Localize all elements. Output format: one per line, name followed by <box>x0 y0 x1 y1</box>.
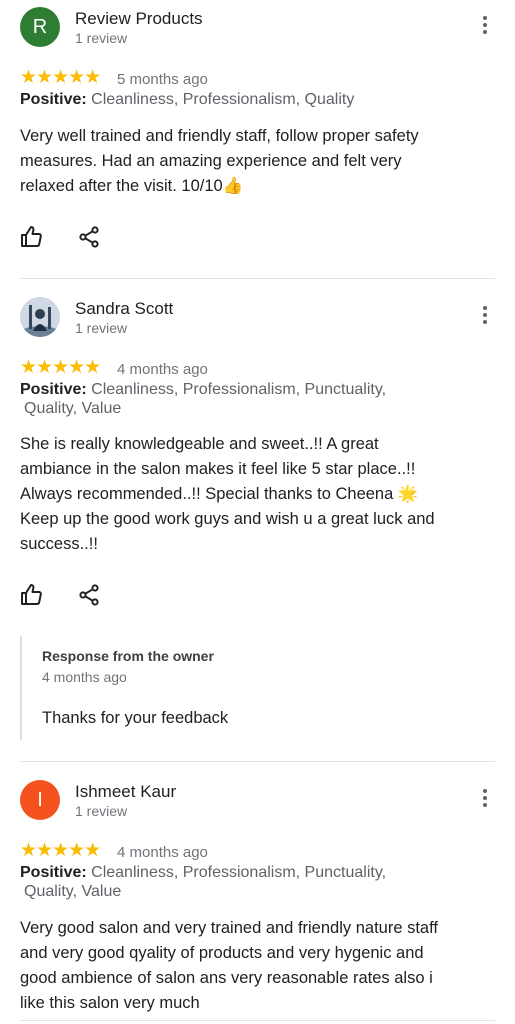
review-text-line: measures. Had an amazing experience and … <box>20 152 402 170</box>
more-vert-icon[interactable] <box>477 13 493 37</box>
attributes-label: Positive: <box>20 381 87 398</box>
review-time: 4 months ago <box>117 361 208 378</box>
share-icon[interactable] <box>77 225 101 249</box>
review-text-line: Very well trained and friendly staff, fo… <box>20 127 419 145</box>
avatar[interactable]: I <box>20 780 60 820</box>
attributes-values-continued: Quality, Value <box>24 883 122 900</box>
thumb-up-icon[interactable] <box>20 225 44 249</box>
review-text-line: relaxed after the visit. 10/10👍 <box>20 177 244 195</box>
review-text-line: and very good qyality of products and ve… <box>20 944 424 962</box>
divider <box>20 278 495 279</box>
more-vert-icon[interactable] <box>477 786 493 810</box>
review-time: 4 months ago <box>117 844 208 861</box>
owner-response: Response from the owner 4 months ago Tha… <box>20 636 497 740</box>
attributes-values: Cleanliness, Professionalism, Punctualit… <box>86 381 387 398</box>
review-text-line: success..!! <box>20 535 98 553</box>
reviewer-review-count: 1 review <box>75 320 128 336</box>
reviewer-review-count: 1 review <box>75 30 128 46</box>
attributes-values: Cleanliness, Professionalism, Quality <box>86 91 355 108</box>
avatar[interactable] <box>20 297 60 337</box>
share-icon[interactable] <box>77 583 101 607</box>
divider <box>20 1020 495 1021</box>
reviewer-name[interactable]: Sandra Scott <box>75 299 173 319</box>
reviewer-name[interactable]: Ishmeet Kaur <box>75 782 176 802</box>
review-attributes: Positive: Cleanliness, Professionalism, … <box>20 90 460 109</box>
owner-response-text: Thanks for your feedback <box>42 709 229 727</box>
attributes-values-continued: Quality, Value <box>24 400 122 417</box>
review-text: She is really knowledgeable and sweet..!… <box>20 432 470 557</box>
more-vert-icon[interactable] <box>477 303 493 327</box>
review-card: I Ishmeet Kaur 1 review ★★★★★ 4 months a… <box>0 773 515 1024</box>
review-text: Very well trained and friendly staff, fo… <box>20 124 470 199</box>
reviewer-review-count: 1 review <box>75 803 128 819</box>
review-text: Very good salon and very trained and fri… <box>20 916 470 1016</box>
reviewer-name[interactable]: Review Products <box>75 9 203 29</box>
thumb-up-icon[interactable] <box>20 583 44 607</box>
owner-response-title: Response from the owner <box>42 648 214 664</box>
review-text-line: Always recommended..!! Special thanks to… <box>20 485 419 503</box>
review-text-line: good ambience of salon ans very reasonab… <box>20 969 433 987</box>
review-text-line: Very good salon and very trained and fri… <box>20 919 438 937</box>
review-text-line: like this salon very much <box>20 994 200 1012</box>
profile-photo-icon <box>20 297 60 337</box>
avatar[interactable]: R <box>20 7 60 47</box>
attributes-label: Positive: <box>20 864 87 881</box>
review-text-line: ambiance in the salon makes it feel like… <box>20 460 416 478</box>
review-time: 5 months ago <box>117 71 208 88</box>
review-text-line: She is really knowledgeable and sweet..!… <box>20 435 379 453</box>
owner-response-time: 4 months ago <box>42 669 127 685</box>
review-attributes: Positive: Cleanliness, Professionalism, … <box>20 863 460 901</box>
star-rating: ★★★★★ <box>20 357 101 378</box>
review-text-line: Keep up the good work guys and wish u a … <box>20 510 435 528</box>
review-card: R Review Products 1 review ★★★★★ 5 month… <box>0 0 515 280</box>
review-card: Sandra Scott 1 review ★★★★★ 4 months ago… <box>0 290 515 760</box>
attributes-label: Positive: <box>20 91 87 108</box>
divider <box>20 761 495 762</box>
star-rating: ★★★★★ <box>20 67 101 88</box>
review-attributes: Positive: Cleanliness, Professionalism, … <box>20 380 460 418</box>
attributes-values: Cleanliness, Professionalism, Punctualit… <box>86 864 387 881</box>
star-rating: ★★★★★ <box>20 840 101 861</box>
